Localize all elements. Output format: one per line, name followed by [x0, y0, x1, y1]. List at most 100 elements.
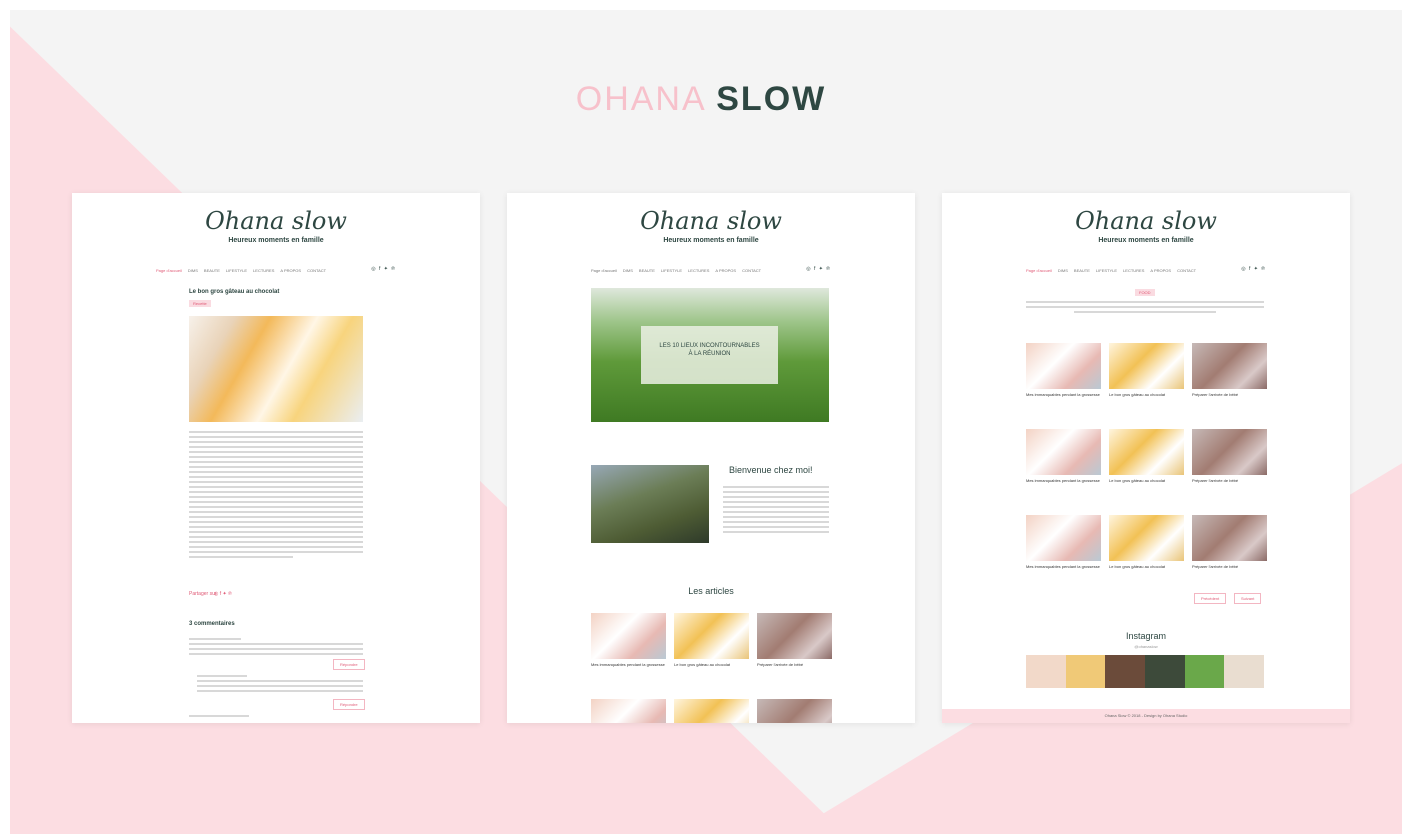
social-icons[interactable]: ◎ f ✦ ℗: [806, 266, 831, 272]
article-title[interactable]: Le bon gros gâteau au chocolat: [1109, 564, 1184, 569]
nav-menu: Page d'accueil DIMS BEAUTE LIFESTYLE LEC…: [156, 268, 396, 276]
article-title[interactable]: Le bon gros gâteau au chocolat: [1109, 478, 1184, 483]
article-card[interactable]: Préparer l'arrivée de bébé: [757, 613, 832, 667]
article-thumbnail[interactable]: [1026, 429, 1101, 475]
reply-button[interactable]: Répondre: [333, 659, 365, 670]
instagram-photo[interactable]: [1184, 655, 1225, 688]
article-card[interactable]: Mes immanquables pendant la grossesse: [1026, 515, 1101, 569]
nav-item[interactable]: A PROPOS: [715, 268, 736, 276]
article-title[interactable]: Préparer l'arrivée de bébé: [1192, 564, 1267, 569]
post-title[interactable]: Le bon gros gâteau au chocolat: [189, 289, 279, 295]
article-card[interactable]: Le bon gros gâteau au chocolat: [1109, 429, 1184, 483]
article-thumbnail[interactable]: [1192, 515, 1267, 561]
article-card[interactable]: Préparer l'arrivée de bébé: [1192, 429, 1267, 483]
instagram-handle[interactable]: @ohanaslow: [942, 644, 1350, 649]
article-thumbnail[interactable]: [591, 613, 666, 659]
title-part-2: SLOW: [716, 80, 827, 118]
articles-grid-row-2: Mes immanquables pendant la grossesse Le…: [1026, 429, 1267, 483]
article-card[interactable]: Mes immanquables pendant la grossesse: [1026, 343, 1101, 397]
article-title[interactable]: Mes immanquables pendant la grossesse: [1026, 392, 1101, 397]
nav-item[interactable]: Page d'accueil: [1026, 268, 1052, 276]
category-badge[interactable]: Recette: [189, 300, 211, 307]
article-card[interactable]: Préparer l'arrivée de bébé: [1192, 515, 1267, 569]
nav-menu: Page d'accueil DIMS BEAUTE LIFESTYLE LEC…: [1026, 268, 1266, 276]
hero-title[interactable]: LES 10 LIEUX INCONTOURNABLES À LA RÉUNIO…: [641, 342, 778, 358]
nav-item[interactable]: LIFESTYLE: [1096, 268, 1117, 276]
article-title[interactable]: Préparer l'arrivée de bébé: [1192, 392, 1267, 397]
articles-grid-row-3: Mes immanquables pendant la grossesse Le…: [1026, 515, 1267, 569]
nav-item[interactable]: LIFESTYLE: [661, 268, 682, 276]
nav-item[interactable]: DIMS: [188, 268, 198, 276]
nav-item[interactable]: BEAUTE: [1074, 268, 1090, 276]
reply-button[interactable]: Répondre: [333, 699, 365, 710]
article-thumbnail[interactable]: [1192, 343, 1267, 389]
nav-item[interactable]: A PROPOS: [1150, 268, 1171, 276]
article-title[interactable]: Le bon gros gâteau au chocolat: [674, 662, 749, 667]
instagram-photo[interactable]: [1105, 655, 1146, 688]
article-title[interactable]: Mes immanquables pendant la grossesse: [1026, 478, 1101, 483]
nav-item[interactable]: Page d'accueil: [591, 268, 617, 276]
article-card[interactable]: Le bon gros gâteau au chocolat: [1109, 343, 1184, 397]
article-title[interactable]: Le bon gros gâteau au chocolat: [1109, 392, 1184, 397]
next-page-button[interactable]: Suivant: [1234, 593, 1262, 604]
article-thumbnail[interactable]: [757, 699, 832, 723]
instagram-photo[interactable]: [1145, 655, 1185, 688]
article-title[interactable]: Mes immanquables pendant la grossesse: [1026, 564, 1101, 569]
instagram-photo[interactable]: [1224, 655, 1265, 688]
article-thumbnail[interactable]: [674, 613, 749, 659]
social-icons[interactable]: ◎ f ✦ ℗: [1241, 266, 1266, 272]
article-title[interactable]: Préparer l'arrivée de bébé: [1192, 478, 1267, 483]
nav-item[interactable]: DIMS: [1058, 268, 1068, 276]
prev-page-button[interactable]: Précédent: [1194, 593, 1227, 604]
social-icons[interactable]: ◎ f ✦ ℗: [371, 266, 396, 272]
article-thumbnail[interactable]: [674, 699, 749, 723]
hero-caption-box: LES 10 LIEUX INCONTOURNABLES À LA RÉUNIO…: [641, 326, 778, 384]
article-title[interactable]: Préparer l'arrivée de bébé: [757, 662, 832, 667]
nav-item[interactable]: BEAUTE: [204, 268, 220, 276]
article-thumbnail[interactable]: [757, 613, 832, 659]
nav-item[interactable]: A PROPOS: [280, 268, 301, 276]
article-thumbnail[interactable]: [1192, 429, 1267, 475]
article-title[interactable]: Mes immanquables pendant la grossesse: [591, 662, 666, 667]
category-badge[interactable]: FOOD: [1135, 289, 1155, 296]
blog-logo[interactable]: Ohana slow: [942, 207, 1350, 235]
article-thumbnail[interactable]: [1026, 343, 1101, 389]
instagram-feed[interactable]: [1026, 655, 1265, 688]
article-thumbnail[interactable]: [1109, 343, 1184, 389]
nav-item[interactable]: CONTACT: [1177, 268, 1196, 276]
nav-item[interactable]: CONTACT: [742, 268, 761, 276]
nav-item[interactable]: LIFESTYLE: [226, 268, 247, 276]
share-label: Partager sur: [189, 591, 217, 597]
article-card[interactable]: Préparer l'arrivée de bébé: [1192, 343, 1267, 397]
blog-logo[interactable]: Ohana slow: [72, 207, 480, 235]
comment-1: [189, 638, 363, 658]
article-thumbnail[interactable]: [1109, 515, 1184, 561]
instagram-photo[interactable]: [1026, 655, 1066, 688]
site-footer: Ohana Slow © 2018 - Design by Ohana Stud…: [942, 709, 1350, 723]
mockup-article-page: Ohana slow Heureux moments en famille Pa…: [72, 193, 480, 723]
nav-item[interactable]: LECTURES: [1123, 268, 1144, 276]
blog-logo[interactable]: Ohana slow: [507, 207, 915, 235]
nav-item[interactable]: LECTURES: [688, 268, 709, 276]
hero-banner[interactable]: LES 10 LIEUX INCONTOURNABLES À LA RÉUNIO…: [591, 288, 829, 422]
share-icons[interactable]: ◎ f ✦ ℗: [214, 591, 232, 597]
post-body: [189, 431, 363, 561]
article-thumbnail[interactable]: [1026, 515, 1101, 561]
article-card[interactable]: Le bon gros gâteau au chocolat: [674, 613, 749, 667]
nav-item[interactable]: CONTACT: [307, 268, 326, 276]
hero-title-line-1: LES 10 LIEUX INCONTOURNABLES: [659, 343, 760, 349]
nav-item[interactable]: DIMS: [623, 268, 633, 276]
instagram-heading: Instagram: [1125, 631, 1167, 641]
nav-item[interactable]: LECTURES: [253, 268, 274, 276]
hero-title-line-2: À LA RÉUNION: [688, 351, 731, 357]
nav-item[interactable]: Page d'accueil: [156, 268, 182, 276]
nav-item[interactable]: BEAUTE: [639, 268, 655, 276]
article-card[interactable]: Le bon gros gâteau au chocolat: [1109, 515, 1184, 569]
article-card[interactable]: Mes immanquables pendant la grossesse: [591, 613, 666, 667]
article-card[interactable]: Mes immanquables pendant la grossesse: [1026, 429, 1101, 483]
family-photo: [591, 465, 709, 543]
article-thumbnail[interactable]: [1109, 429, 1184, 475]
blog-tagline: Heureux moments en famille: [1098, 237, 1194, 244]
article-thumbnail[interactable]: [591, 699, 666, 723]
instagram-photo[interactable]: [1065, 655, 1106, 688]
